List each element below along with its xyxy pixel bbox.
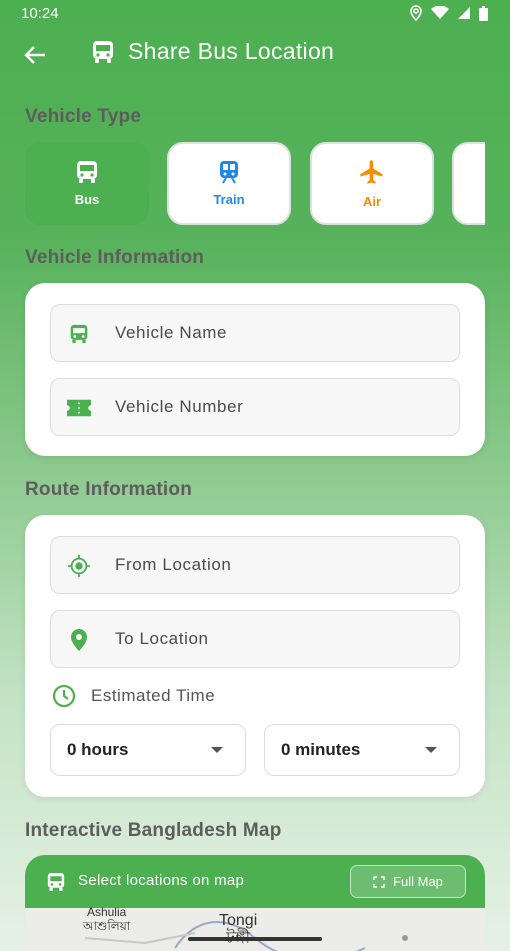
route-information-heading: Route Information <box>25 479 192 500</box>
vehicle-information-heading: Vehicle Information <box>25 247 205 268</box>
route-information-card: From Location To Location Estimated Time… <box>25 515 485 797</box>
clock-icon <box>52 684 76 708</box>
app-title-group: Share Bus Location <box>92 38 334 65</box>
airplane-icon <box>360 160 383 184</box>
map-place-name: Ashulia <box>86 905 127 919</box>
from-location-placeholder: From Location <box>115 555 232 574</box>
map-place-ashulia: Ashulia আশুলিয়া <box>83 905 130 933</box>
bus-icon <box>47 873 65 891</box>
arrow-back-icon <box>24 46 45 64</box>
dropdown-caret-icon <box>425 747 437 753</box>
vehicle-name-placeholder: Vehicle Name <box>115 323 228 342</box>
full-map-button[interactable]: Full Map <box>350 865 466 898</box>
status-time: 10:24 <box>21 4 59 22</box>
estimated-time-label: Estimated Time <box>91 686 216 705</box>
hours-dropdown[interactable]: 0 hours <box>50 724 246 776</box>
map-place-tongi: Tongi টঙ্গী <box>219 912 257 948</box>
ticket-icon <box>67 396 91 420</box>
vehicle-type-more[interactable] <box>452 142 485 225</box>
vehicle-type-bus[interactable]: Bus <box>25 142 149 225</box>
fullscreen-icon <box>373 875 385 888</box>
map-heading: Interactive Bangladesh Map <box>25 820 282 841</box>
battery-icon <box>479 5 488 21</box>
estimated-time-row: Estimated Time <box>51 683 215 709</box>
vehicle-number-field[interactable]: Vehicle Number <box>50 378 460 436</box>
vehicle-type-label: Bus <box>74 192 100 207</box>
back-button[interactable] <box>22 42 48 68</box>
map-view[interactable]: Ashulia আশুলিয়া Tongi টঙ্গী <box>25 905 485 951</box>
map-header: Select locations on map Full Map <box>25 855 485 908</box>
vehicle-number-placeholder: Vehicle Number <box>115 397 244 416</box>
vehicle-type-heading: Vehicle Type <box>25 106 142 127</box>
from-location-field[interactable]: From Location <box>50 536 460 594</box>
minutes-dropdown[interactable]: 0 minutes <box>264 724 460 776</box>
location-status-icon <box>410 5 422 21</box>
vehicle-type-train[interactable]: Train <box>167 142 291 225</box>
to-location-field[interactable]: To Location <box>50 610 460 668</box>
bus-icon <box>67 322 91 346</box>
vehicle-name-field[interactable]: Vehicle Name <box>50 304 460 362</box>
minutes-value: 0 minutes <box>281 740 361 759</box>
signal-icon <box>458 7 470 19</box>
vehicle-type-label: Train <box>213 192 245 207</box>
app-bar: Share Bus Location <box>0 26 510 82</box>
train-icon <box>220 161 238 184</box>
dropdown-caret-icon <box>211 747 223 753</box>
bus-icon <box>93 40 113 63</box>
my-location-icon <box>67 554 91 578</box>
vehicle-information-card: Vehicle Name Vehicle Number <box>25 283 485 456</box>
wifi-icon <box>431 6 449 19</box>
bus-icon <box>77 161 97 183</box>
vehicle-type-label: Air <box>362 194 382 209</box>
status-bar: 10:24 <box>0 0 510 26</box>
full-map-label: Full Map <box>393 874 443 889</box>
vehicle-type-row: Bus Train Air <box>25 142 485 225</box>
hours-value: 0 hours <box>67 740 129 759</box>
map-place-name: Tongi <box>219 912 258 929</box>
status-icons <box>409 5 488 21</box>
page-title: Share Bus Location <box>128 38 335 64</box>
home-indicator[interactable] <box>188 937 322 941</box>
map-place-native: আশুলিয়া <box>83 919 131 933</box>
vehicle-type-air[interactable]: Air <box>310 142 434 225</box>
location-pin-icon <box>67 628 91 652</box>
map-header-label: Select locations on map <box>78 872 245 889</box>
to-location-placeholder: To Location <box>115 629 209 648</box>
